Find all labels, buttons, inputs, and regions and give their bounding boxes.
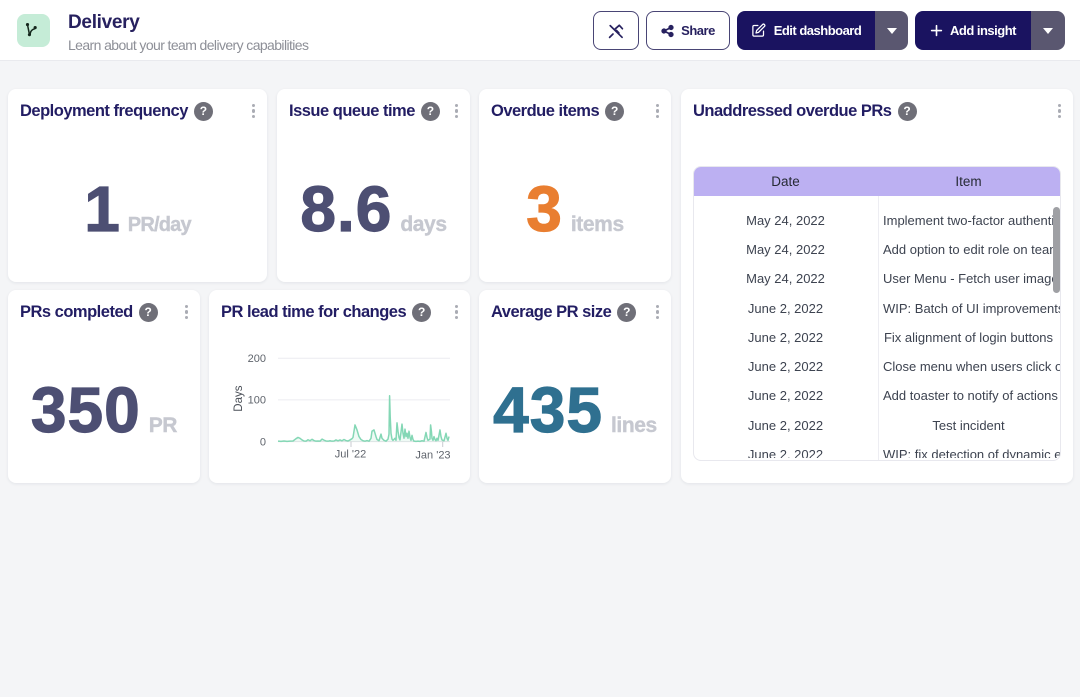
svg-text:Jul '22: Jul '22 xyxy=(335,449,366,461)
svg-text:200: 200 xyxy=(248,353,266,365)
svg-text:Days: Days xyxy=(233,385,245,411)
svg-text:0: 0 xyxy=(260,436,266,448)
svg-text:Jan '23: Jan '23 xyxy=(415,450,450,462)
svg-text:100: 100 xyxy=(248,395,266,407)
